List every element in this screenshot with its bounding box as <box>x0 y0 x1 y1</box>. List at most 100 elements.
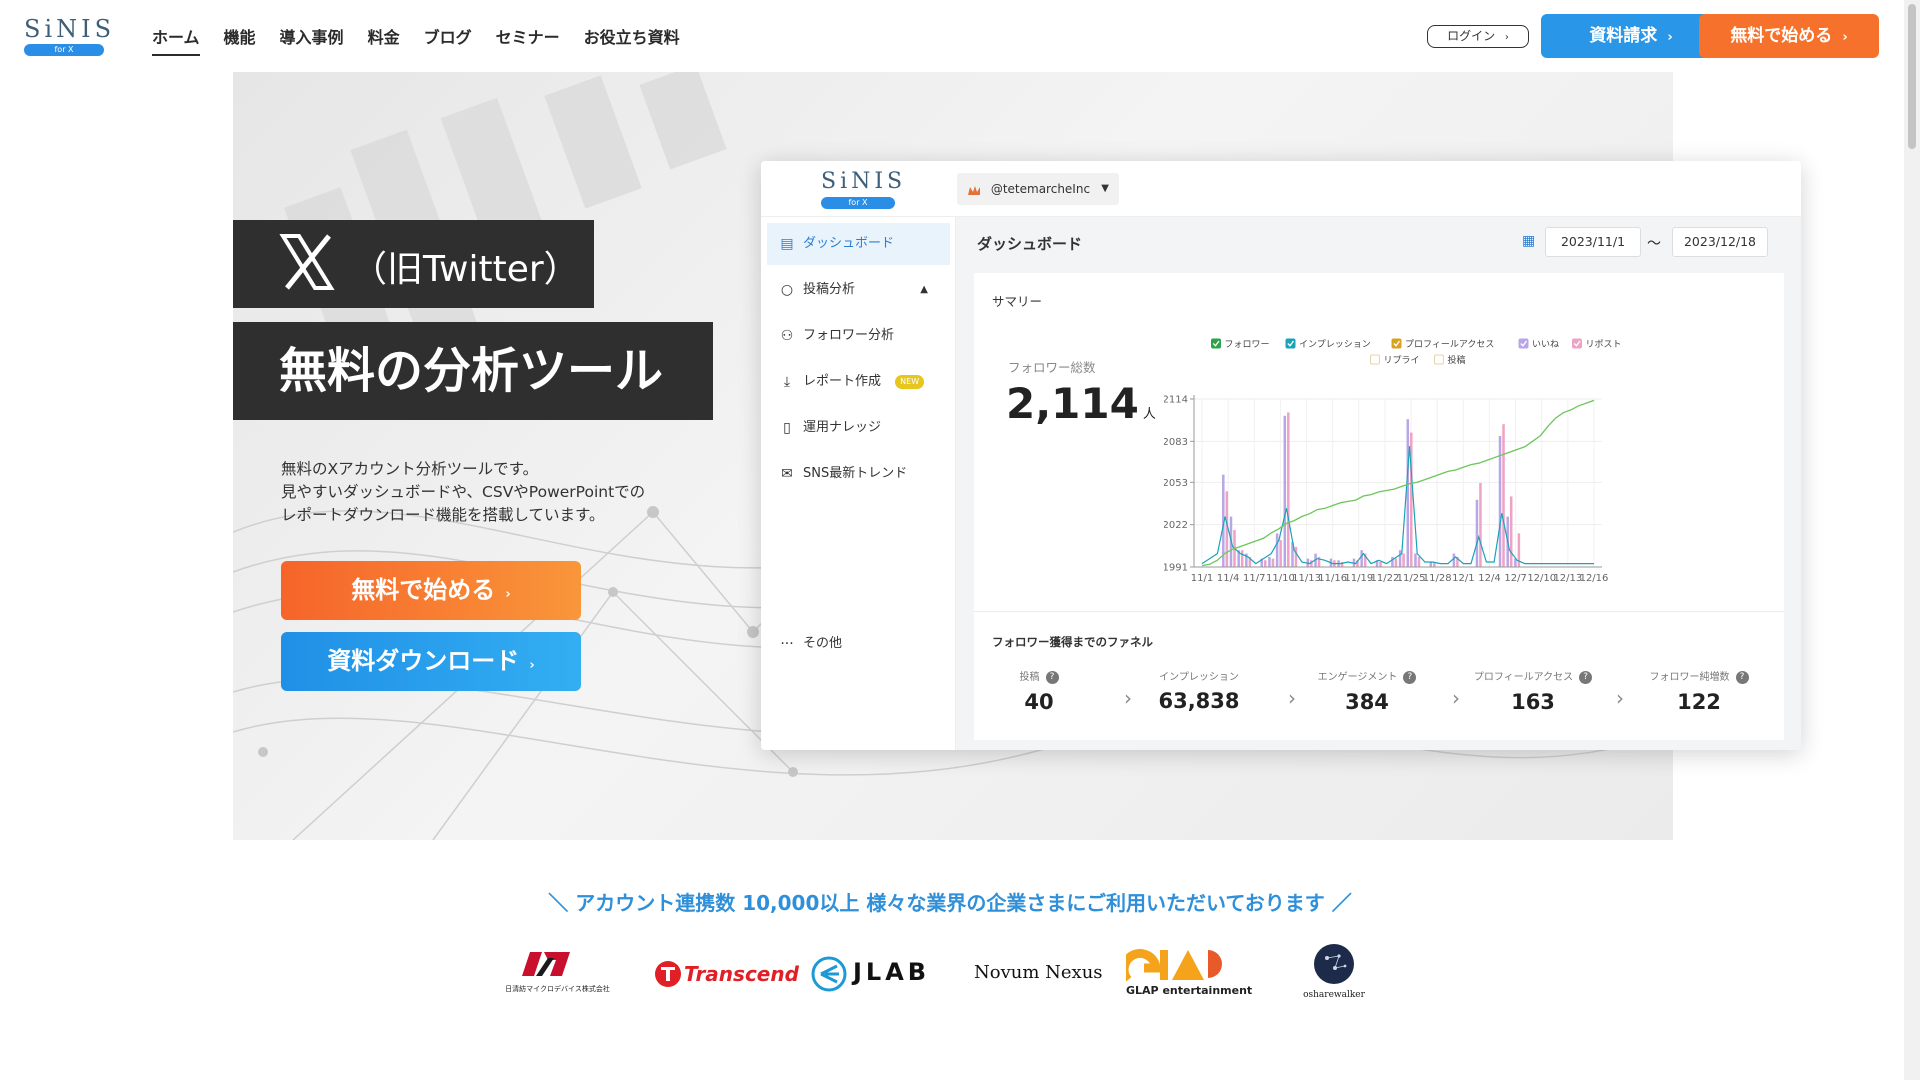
request-docs-button[interactable]: 資料請求 › <box>1541 14 1721 58</box>
sidebar-item-dashboard[interactable]: ▤ ダッシュボード <box>767 223 950 265</box>
app-topbar: SiNIS for X @tetemarcheInc ▼ <box>761 161 1801 217</box>
sidebar-item-knowledge[interactable]: ▯ 運用ナレッジ <box>767 407 950 449</box>
caret-down-icon: ▼ <box>1101 183 1109 194</box>
mail-icon: ✉ <box>781 466 793 482</box>
bar-reposts <box>1294 546 1298 567</box>
app-logo: SiNIS for X <box>821 169 902 209</box>
bar-reposts <box>1402 553 1405 567</box>
dashboard-icon: ▤ <box>780 236 794 252</box>
x-tick-label: 12/4 <box>1478 573 1500 584</box>
bar-likes <box>1406 419 1410 567</box>
sidebar-item-label: 投稿分析 <box>803 282 856 297</box>
funnel-value: 63,838 <box>1158 689 1240 713</box>
legend-checkbox <box>1285 338 1296 349</box>
bar-likes <box>1398 550 1402 567</box>
legend-label: インプレッション <box>1299 339 1371 350</box>
x-logo-icon <box>279 234 335 299</box>
date-to-input[interactable]: 2023/12/18 <box>1672 227 1768 257</box>
date-from-input[interactable]: 2023/11/1 <box>1545 227 1641 257</box>
nav-features[interactable]: 機能 <box>224 24 256 56</box>
chart-lines <box>1201 399 1595 567</box>
hero-download-docs-button[interactable]: 資料ダウンロード › <box>281 632 581 691</box>
bar-likes <box>1475 499 1479 567</box>
sidebar-item-sns-trend[interactable]: ✉ SNS最新トレンド <box>767 453 950 495</box>
client-logo-text: osharewalker <box>1303 990 1365 1000</box>
chevron-right-icon: › <box>529 658 535 673</box>
funnel-impressions: インプレッション 63,838 <box>1134 668 1264 713</box>
help-icon[interactable]: ? <box>1045 670 1059 684</box>
bar-likes <box>1391 556 1394 567</box>
hero-download-label: 資料ダウンロード <box>327 647 520 675</box>
app-logo-sub: for X <box>821 197 895 209</box>
hero-x-subtitle: （旧Twitter） <box>351 249 580 290</box>
sidebar-item-label: フォロワー分析 <box>803 328 895 343</box>
chevron-right-icon: › <box>1504 32 1509 43</box>
calendar-icon: ▦ <box>1522 233 1536 249</box>
sidebar-item-follower-analysis[interactable]: ⚇ フォロワー分析 <box>767 315 950 357</box>
sidebar-item-label: SNS最新トレンド <box>803 466 908 481</box>
nav-cases[interactable]: 導入事例 <box>280 24 344 56</box>
sidebar-item-other[interactable]: ··· その他 <box>767 623 950 665</box>
funnel-value: 122 <box>1677 689 1721 714</box>
chevron-right-icon: › <box>505 587 511 602</box>
nav-home[interactable]: ホーム <box>152 24 200 56</box>
sidebar-item-label: レポート作成 <box>803 374 882 389</box>
bar-likes <box>1360 550 1363 567</box>
nav-pricing[interactable]: 料金 <box>368 24 400 56</box>
bar-reposts <box>1279 540 1282 567</box>
legend-label: フォロワー <box>1225 340 1270 350</box>
download-icon: ⤓ <box>783 374 791 390</box>
sidebar-item-label: 運用ナレッジ <box>803 420 882 435</box>
request-docs-label: 資料請求 <box>1589 26 1658 46</box>
client-logo-novum-nexus: Novum Nexus <box>974 944 1103 1004</box>
funnel-posts: 投稿? 40 <box>974 668 1104 714</box>
funnel-follower-net: フォロワー純増数? 122 <box>1634 668 1764 714</box>
client-logo-osharewalker: osharewalker <box>1279 944 1389 1004</box>
funnel-value: 163 <box>1511 689 1555 714</box>
client-logo-text: 日清紡マイクロデバイス株式会社 <box>505 985 610 993</box>
funnel-value: 384 <box>1345 689 1389 714</box>
hero-desc-line: 見やすいダッシュボードや、CSVやPowerPointでの <box>281 483 646 501</box>
bar-likes <box>1414 553 1417 567</box>
summary-chart: フォロワー インプレッション プロフィールアクセス いいね リポストリプライ 投稿 199… <box>1164 338 1622 584</box>
scrollbar-thumb[interactable] <box>1908 4 1916 149</box>
nav-resources[interactable]: お役立ち資料 <box>584 24 680 56</box>
help-icon[interactable]: ? <box>1579 670 1593 684</box>
chart-legend: フォロワー インプレッション プロフィールアクセス いいね リポストリプライ 投稿 <box>1211 338 1622 366</box>
chevron-right-icon: › <box>1667 30 1673 45</box>
account-select[interactable]: @tetemarcheInc ▼ <box>957 173 1119 205</box>
page-scrollbar[interactable] <box>1904 0 1920 1080</box>
hero-description: 無料のXアカウント分析ツールです。 見やすいダッシュボードや、CSVやPower… <box>281 458 701 527</box>
date-separator: ～ <box>1647 236 1661 252</box>
nav-blog[interactable]: ブログ <box>424 24 472 56</box>
help-icon[interactable]: ? <box>1403 670 1417 684</box>
legend-checkbox <box>1391 338 1402 349</box>
login-label: ログイン <box>1447 29 1496 43</box>
y-tick-label: 2022 <box>1164 520 1188 531</box>
bar-reposts <box>1379 561 1382 567</box>
chat-bubble-icon: ○ <box>780 282 794 298</box>
client-logos: 日清紡マイクロデバイス株式会社 Transcend JLAB Novum Nex… <box>500 944 1460 1004</box>
hero-start-free-button[interactable]: 無料で始める › <box>281 561 581 620</box>
line-impressions <box>1201 445 1594 565</box>
chevron-right-icon: › <box>1616 686 1624 710</box>
nav-seminar[interactable]: セミナー <box>496 24 560 56</box>
help-icon[interactable]: ? <box>1735 670 1749 684</box>
legend-checkbox <box>1572 338 1582 349</box>
x-tick-label: 11/28 <box>1423 573 1452 584</box>
chevron-right-icon: › <box>1842 30 1848 45</box>
site-logo[interactable]: SiNIS for X <box>24 16 111 56</box>
sidebar-item-post-analysis[interactable]: ○ 投稿分析 ▲ <box>767 269 950 311</box>
main-nav: ホーム 機能 導入事例 料金 ブログ セミナー お役立ち資料 <box>152 24 680 56</box>
summary-panel: サマリー フォロワー総数 2,114 人 フォロワー インプレッション プロフィールア… <box>974 273 1784 611</box>
legend-label: 投稿 <box>1448 354 1466 366</box>
x-tick-label: 12/16 <box>1580 573 1609 584</box>
login-button[interactable]: ログイン › <box>1427 25 1529 48</box>
bar-reposts <box>1417 556 1421 567</box>
sidebar-item-label: ダッシュボード <box>803 236 895 251</box>
start-free-button[interactable]: 無料で始める › <box>1699 14 1879 58</box>
logo-sub: for X <box>24 44 104 56</box>
client-logo-text: GLAP entertainment <box>1126 984 1253 997</box>
sidebar-item-report[interactable]: ⤓ レポート作成 NEW <box>767 361 950 403</box>
legend-label: リプライ <box>1384 355 1420 366</box>
